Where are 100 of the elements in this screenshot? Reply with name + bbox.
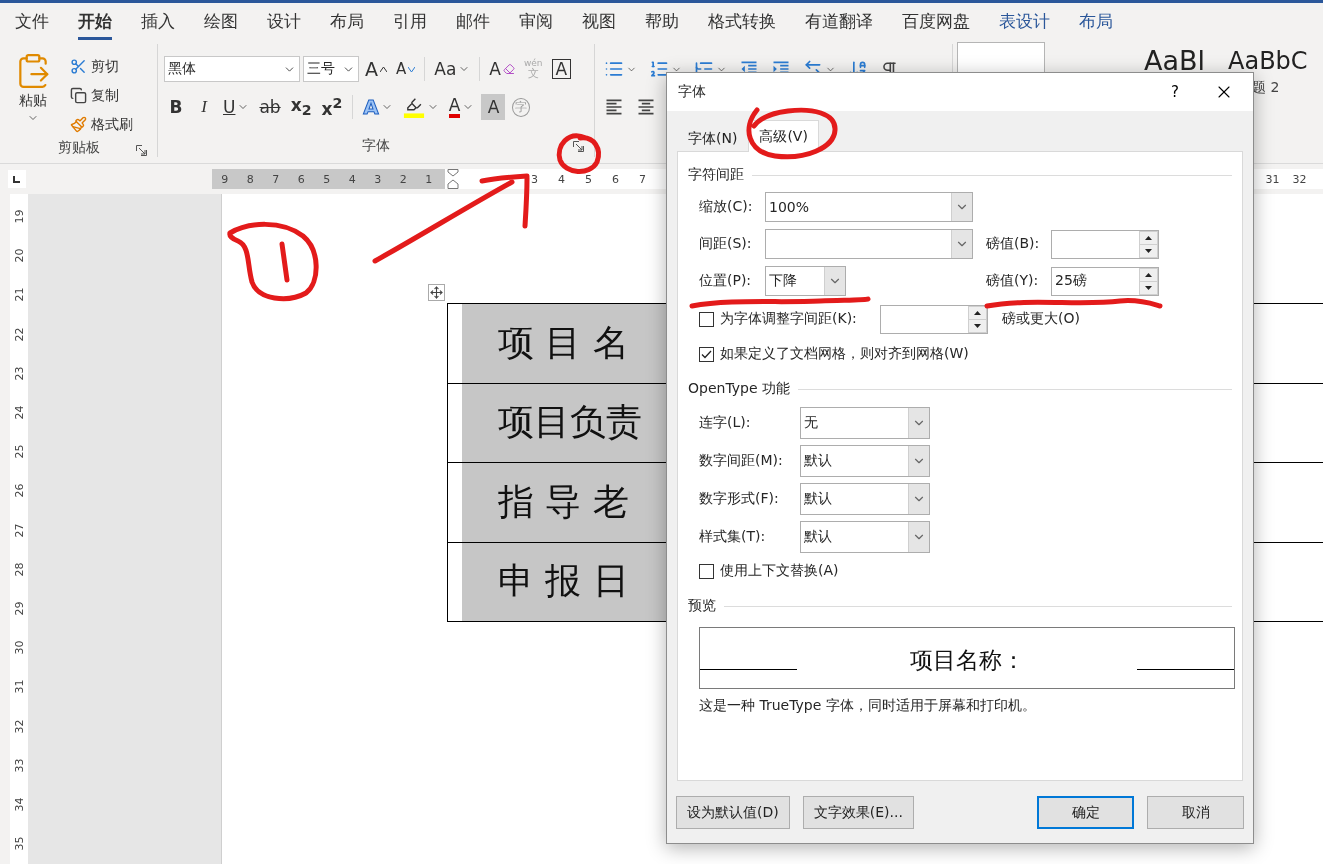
style-name: 题 2 [1252,79,1280,97]
ribbon-tab[interactable]: 开始 [78,10,112,40]
change-case-button[interactable]: Aa [431,56,474,82]
ruler-number: 6 [296,172,306,186]
checkbox[interactable] [699,311,714,327]
character-shading-button[interactable]: A [481,94,506,120]
ruler-number: 5 [322,172,332,186]
eraser-icon [502,63,515,75]
subscript-button[interactable]: x$_{2}$ [287,94,315,120]
italic-button[interactable]: I [192,94,216,120]
cut-button[interactable]: 剪切 [66,52,137,81]
ruler-number: 4 [557,172,566,186]
move-icon [430,286,443,299]
bold-button[interactable]: B [164,94,188,120]
group-label: 剪贴板 [57,139,100,157]
grow-font-button[interactable]: A [362,56,390,82]
ruler-number: 5 [584,172,593,186]
ruler-number: 9 [220,172,230,186]
ribbon-tab[interactable]: 设计 [267,10,301,40]
highlighter-icon [402,96,425,118]
ruler-number: 34 [12,797,26,812]
field-label: 磅值(B): [986,235,1041,253]
ribbon-tab[interactable]: 布局 [1079,10,1113,40]
font-color-button[interactable]: A [445,94,478,120]
opentype-dropdown[interactable]: 无 [800,407,930,439]
underline-button[interactable]: U [220,94,253,120]
ruler-number: 29 [12,601,26,616]
shrink-font-button[interactable]: A [393,56,419,82]
ribbon-tab[interactable]: 邮件 [456,10,490,40]
ribbon-tab[interactable]: 有道翻译 [805,10,873,40]
ruler-number: 6 [611,172,620,186]
ruler-number: 19 [12,209,26,224]
dialog-tab[interactable]: 字体(N) [677,124,749,152]
indent-marker-icon[interactable] [447,169,459,189]
ruler-number: 31 [1264,172,1281,186]
field-label: 磅或更大(O) [1002,310,1080,328]
field-label: 连字(L): [699,414,752,432]
opentype-dropdown[interactable]: 默认 [800,483,930,515]
ribbon-tab[interactable]: 引用 [393,10,427,40]
spacing-points-field[interactable] [1051,229,1159,259]
ribbon-tab[interactable]: 审阅 [519,10,553,40]
numbered-list-icon [649,59,669,79]
ruler-number: 32 [1291,172,1308,186]
dialog-title: 字体 [678,83,707,101]
field-label: 缩放(C): [699,198,754,216]
table-move-handle[interactable] [428,284,445,301]
down-caret-icon [408,66,416,72]
ruler-number: 30 [12,640,26,655]
ruler-number: 21 [12,287,26,302]
spin-arrows-icon [1139,230,1158,258]
dialog-button[interactable]: 设为默认值(D) [676,796,790,829]
dialog-button[interactable]: 取消 [1147,796,1244,829]
strikethrough-button[interactable]: ab [256,94,284,120]
tab-stop-icon[interactable] [8,170,26,188]
superscript-button[interactable]: x$^{2}$ [318,94,346,120]
align-center-icon [636,97,656,117]
spin-arrows-icon [968,305,987,333]
opentype-dropdown[interactable]: 默认 [800,521,930,553]
help-button[interactable]: ? [1155,82,1195,102]
paste-button[interactable]: 粘贴 [6,52,60,139]
painter-button[interactable]: 格式刷 [66,110,137,139]
ribbon-tab[interactable]: 百度网盘 [902,10,970,40]
checkbox[interactable] [699,563,714,579]
position-points-field[interactable]: 25磅 [1051,266,1159,296]
scale-dropdown[interactable]: 100% [765,192,973,222]
field-label: 数字形式(F): [699,490,780,508]
ruler-number: 27 [12,523,26,538]
kerning-points-field[interactable] [880,304,988,334]
section-heading: 预览 [688,597,716,615]
dialog-launcher-icon[interactable] [573,141,584,152]
ruler-number: 7 [638,172,647,186]
dialog-launcher-icon[interactable] [136,145,147,156]
dialog-button[interactable]: 确定 [1037,796,1134,829]
ribbon-tab[interactable]: 视图 [582,10,616,40]
copy-button[interactable]: 复制 [66,81,137,110]
style-sample: AaBbC [1228,49,1308,73]
ribbon-tab[interactable]: 表设计 [999,10,1050,40]
ruler-number: 22 [12,327,26,342]
ruler-number: 4 [347,172,357,186]
field-label: 位置(P): [699,272,753,290]
font-size-dropdown[interactable]: 三号 [303,56,359,82]
ruler-number: 1 [424,172,434,186]
checkbox-label: 使用上下文替换(A) [720,562,839,580]
clear-formatting-button[interactable]: A [486,56,518,82]
dialog-button[interactable]: 文字效果(E)... [802,796,914,829]
checkbox[interactable] [699,346,714,362]
position-dropdown[interactable]: 下降 [765,266,846,296]
opentype-dropdown[interactable]: 默认 [800,445,930,477]
ribbon-tab[interactable]: 布局 [330,10,364,40]
ruler-number: 8 [245,172,255,186]
ruler-number: 26 [12,483,26,498]
font-name-dropdown[interactable]: 黑体 [164,56,300,82]
ribbon-tab[interactable]: 插入 [141,10,175,40]
ribbon-tab[interactable]: 文件 [15,10,49,40]
ribbon-tab[interactable]: 帮助 [645,10,679,40]
ribbon-tab[interactable]: 格式转换 [708,10,776,40]
section-heading: OpenType 功能 [688,380,790,398]
preview-text: 项目名称： [909,646,1025,675]
ribbon-tab[interactable]: 绘图 [204,10,238,40]
checkbox-label: 如果定义了文档网格，则对齐到网格(W) [720,345,969,363]
